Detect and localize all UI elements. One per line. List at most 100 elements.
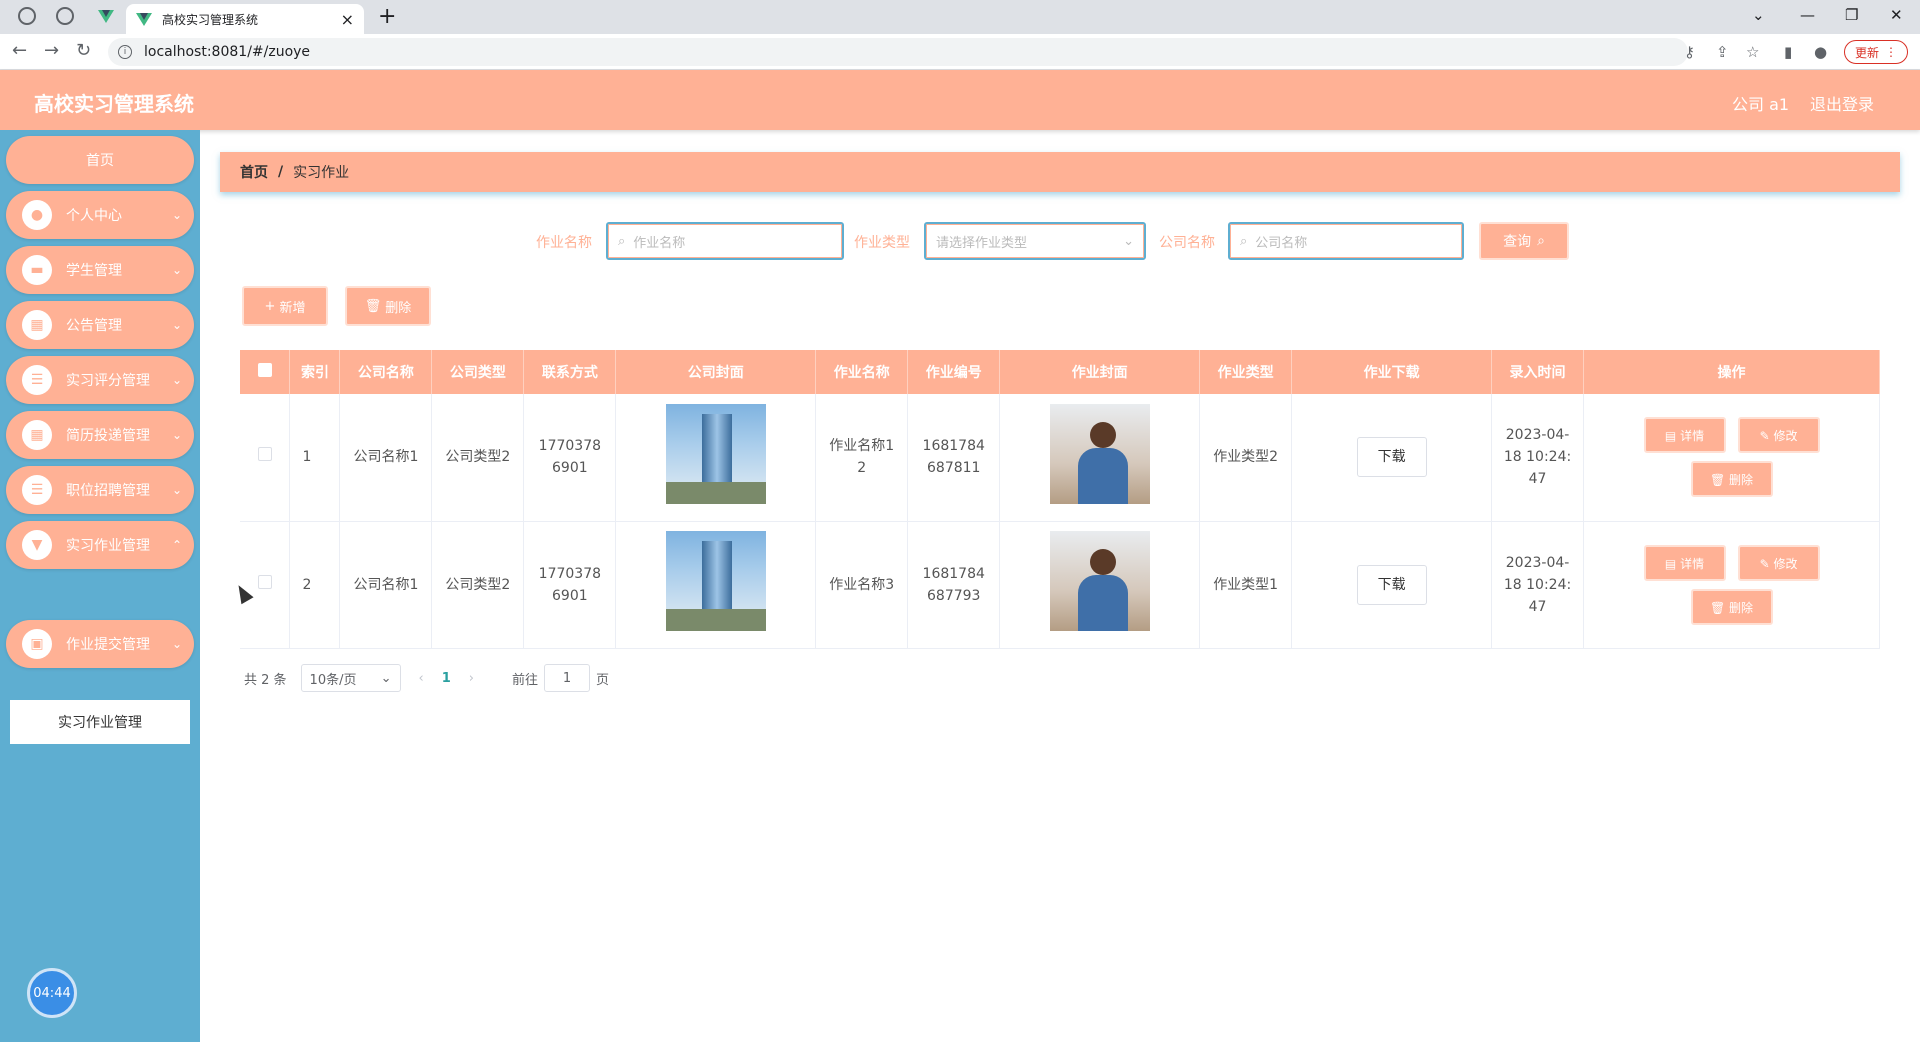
cup-icon: ▼ (22, 530, 52, 560)
detail-label: 详情 (1680, 429, 1705, 444)
chevron-up-icon: ⌃ (171, 538, 182, 552)
trash-icon: 🗑 (364, 298, 382, 314)
minimize-icon[interactable]: — (1800, 6, 1815, 24)
homework-table: 索引 公司名称 公司类型 联系方式 公司封面 作业名称 作业编号 作业封面 作业… (240, 350, 1880, 649)
row-delete-button[interactable]: 🗑 删除 (1690, 588, 1773, 625)
row-select-cell (240, 521, 291, 649)
select-placeholder: 请选择作业类型 (936, 235, 1028, 251)
new-tab-icon[interactable]: + (378, 4, 396, 29)
info-icon[interactable]: i (118, 45, 132, 59)
sidebar-item-jobs[interactable]: ☰ 职位招聘管理 ⌄ (6, 466, 194, 514)
chevron-down-icon[interactable]: ⌄ (1752, 6, 1765, 24)
cell-homework-name: 作业名称3 (815, 521, 909, 649)
column-header: 作业封面 (999, 350, 1201, 394)
sidebar-item-submissions[interactable]: ▣ 作业提交管理 ⌄ (6, 620, 194, 668)
column-header: 作业名称 (815, 350, 909, 394)
search-icon: ⌕ (1537, 233, 1545, 249)
select-all-cell[interactable] (240, 350, 291, 394)
column-header: 作业编号 (907, 350, 1001, 394)
breadcrumb-home[interactable]: 首页 (240, 162, 268, 182)
detail-button[interactable]: ▤ 详情 (1643, 544, 1726, 581)
sidebar-item-profile[interactable]: ● 个人中心 ⌄ (6, 191, 194, 239)
sidebar: 首页 ● 个人中心 ⌄ ▬ 学生管理 ⌄ ▦ 公告管理 ⌄ ☰ 实习评分管理 ⌄… (0, 130, 200, 1042)
grid-icon: ▦ (22, 420, 52, 450)
url-field[interactable]: i localhost:8081/#/zuoye (108, 38, 1688, 66)
edit-button[interactable]: ✎ 修改 (1737, 544, 1820, 581)
company-name-label: 公司名称 (1159, 235, 1215, 251)
url-text: localhost:8081/#/zuoye (144, 44, 311, 60)
close-window-icon[interactable]: ✕ (1890, 6, 1903, 24)
add-button[interactable]: + 新增 (242, 286, 328, 326)
forward-icon[interactable]: → (44, 40, 59, 61)
sidebar-item-label: 公告管理 (66, 318, 122, 334)
sidebar-item-label: 职位招聘管理 (66, 483, 150, 499)
chevron-down-icon: ⌄ (171, 428, 182, 442)
sidebar-item-home[interactable]: 首页 (6, 136, 194, 184)
sidebar-subitem-homework[interactable]: 实习作业管理 (10, 700, 190, 744)
download-button[interactable]: 下载 (1356, 564, 1427, 605)
sidebar-item-students[interactable]: ▬ 学生管理 ⌄ (6, 246, 194, 294)
column-header: 作业下载 (1291, 350, 1493, 394)
prev-page-icon[interactable]: ‹ (419, 671, 424, 686)
sidebar-item-notices[interactable]: ▦ 公告管理 ⌄ (6, 301, 194, 349)
edit-button[interactable]: ✎ 修改 (1737, 417, 1820, 454)
cell-company: 公司名称1 (339, 394, 433, 522)
edit-label: 修改 (1773, 429, 1798, 444)
homework-cover-image[interactable] (1049, 531, 1150, 631)
breadcrumb-separator: / (278, 164, 284, 180)
profile-icon[interactable]: ● (1814, 43, 1827, 61)
row-delete-button[interactable]: 🗑 删除 (1690, 461, 1773, 498)
key-icon[interactable]: ⚷ (1684, 43, 1695, 61)
globe-icon[interactable] (56, 7, 74, 25)
download-button[interactable]: 下载 (1356, 437, 1427, 478)
company-name-input[interactable]: ⌕ 公司名称 (1228, 222, 1464, 260)
vue-icon (136, 12, 152, 26)
globe-icon[interactable] (18, 7, 36, 25)
table-row: 1 公司名称1 公司类型2 17703786901 作业名称12 1681784… (240, 394, 1880, 522)
query-button[interactable]: 查询 ⌕ (1479, 222, 1569, 260)
breadcrumb: 首页 / 实习作业 (220, 152, 1900, 192)
cell-download: 下载 (1291, 521, 1493, 649)
homework-type-select[interactable]: 请选择作业类型 ⌄ (924, 222, 1146, 260)
update-button[interactable]: 更新 ⋮ (1844, 40, 1908, 64)
input-placeholder: 作业名称 (633, 235, 686, 251)
delete-button[interactable]: 🗑 删除 (345, 286, 431, 326)
sidepanel-icon[interactable]: ▮ (1784, 43, 1792, 61)
logout-link[interactable]: 退出登录 (1810, 91, 1874, 115)
company-cover-image[interactable] (665, 403, 766, 504)
homework-name-input[interactable]: ⌕ 作业名称 (606, 222, 844, 260)
more-icon: ⋮ (1885, 45, 1897, 59)
user-name[interactable]: 公司 a1 (1732, 91, 1789, 115)
sidebar-item-homework[interactable]: ▼ 实习作业管理 ⌃ (6, 521, 194, 569)
close-icon[interactable]: × (341, 10, 354, 29)
vue-icon[interactable] (98, 10, 124, 23)
sidebar-item-label: 学生管理 (66, 263, 122, 279)
detail-button[interactable]: ▤ 详情 (1643, 417, 1726, 454)
chevron-down-icon: ⌄ (1123, 233, 1134, 249)
reload-icon[interactable]: ↻ (76, 40, 91, 61)
table-header-row: 索引 公司名称 公司类型 联系方式 公司封面 作业名称 作业编号 作业封面 作业… (240, 350, 1880, 394)
page-size-select[interactable]: 10条/页 ⌄ (300, 664, 401, 692)
cell-homework-type: 作业类型1 (1199, 521, 1293, 649)
row-checkbox[interactable] (257, 574, 272, 589)
homework-cover-image[interactable] (1049, 403, 1150, 504)
back-icon[interactable]: ← (12, 40, 27, 61)
share-icon[interactable]: ⇪ (1716, 43, 1729, 61)
page-number[interactable]: 1 (442, 671, 451, 686)
sliders-icon: ☰ (22, 365, 52, 395)
goto-page-input[interactable]: 1 (544, 664, 591, 692)
chevron-down-icon: ⌄ (171, 637, 182, 651)
row-checkbox[interactable] (257, 447, 272, 462)
restore-icon[interactable]: ❐ (1845, 6, 1858, 24)
select-all-checkbox[interactable] (257, 363, 272, 377)
browser-tab-active[interactable]: 高校实习管理系统 × (126, 4, 364, 34)
sidebar-item-scores[interactable]: ☰ 实习评分管理 ⌄ (6, 356, 194, 404)
clipboard-icon: ▣ (22, 629, 52, 659)
sidebar-item-resumes[interactable]: ▦ 简历投递管理 ⌄ (6, 411, 194, 459)
cell-company-cover (615, 394, 817, 522)
company-cover-image[interactable] (665, 531, 766, 631)
next-page-icon[interactable]: › (469, 671, 474, 686)
cell-operations: ▤ 详情 ✎ 修改 🗑 删除 (1583, 394, 1880, 522)
timer-badge[interactable]: 04:44 (27, 968, 77, 1018)
star-icon[interactable]: ☆ (1746, 43, 1759, 61)
